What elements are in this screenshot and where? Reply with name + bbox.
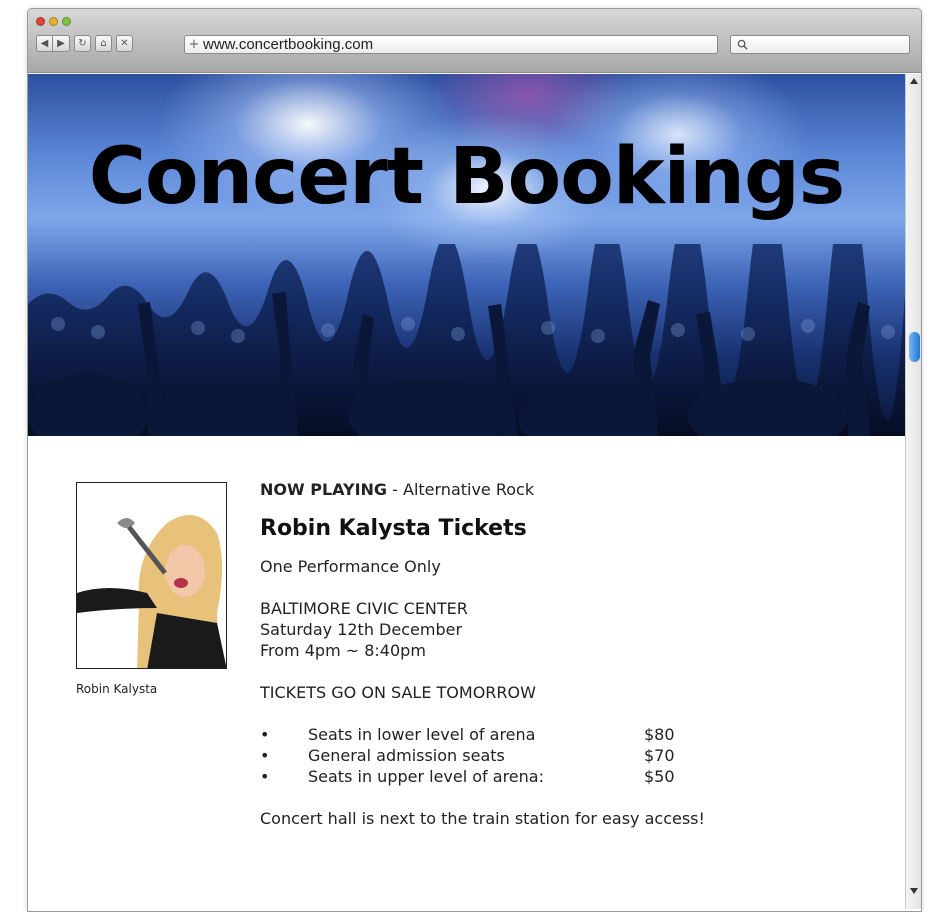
close-window-button[interactable] <box>36 17 45 26</box>
forward-arrow-icon[interactable]: ▶ <box>53 35 70 52</box>
hero-banner: Concert Bookings <box>28 74 905 436</box>
address-bar[interactable]: + www.concertbooking.com <box>184 35 718 54</box>
scrollbar[interactable] <box>905 74 921 909</box>
event-details: NOW PLAYING - Alternative Rock Robin Kal… <box>260 480 860 829</box>
home-icon[interactable]: ⌂ <box>95 35 112 52</box>
search-input[interactable] <box>730 35 910 54</box>
list-item: • Seats in lower level of arena $80 <box>260 725 675 744</box>
back-arrow-icon[interactable]: ◀ <box>36 35 53 52</box>
add-bookmark-icon[interactable]: + <box>185 37 203 52</box>
event-venue: BALTIMORE CIVIC CENTER <box>260 599 468 618</box>
price-value: $50 <box>644 767 675 786</box>
search-icon <box>737 39 748 50</box>
event-time: From 4pm ~ 8:40pm <box>260 641 426 660</box>
price-label: General admission seats <box>308 746 505 765</box>
hero-title: Concert Bookings <box>88 132 845 222</box>
scroll-down-arrow[interactable] <box>910 888 918 894</box>
list-item: • General admission seats $70 <box>260 746 675 765</box>
price-label: Seats in lower level of arena <box>308 725 536 744</box>
reload-icon[interactable]: ↻ <box>74 35 91 52</box>
price-label: Seats in upper level of arena: <box>308 767 544 786</box>
close-icon[interactable]: ✕ <box>116 35 133 52</box>
crowd-silhouette-image <box>28 244 905 436</box>
browser-toolbar: ◀ ▶ ↻ ⌂ ✕ + www.concertbooking.com <box>28 9 921 73</box>
footer-note: Concert hall is next to the train statio… <box>260 809 705 828</box>
window-controls <box>36 17 71 26</box>
scroll-up-arrow[interactable] <box>910 78 918 84</box>
scroll-thumb[interactable] <box>909 332 920 362</box>
event-date: Saturday 12th December <box>260 620 463 639</box>
minimize-window-button[interactable] <box>49 17 58 26</box>
price-value: $70 <box>644 746 675 765</box>
address-url[interactable]: www.concertbooking.com <box>203 36 373 53</box>
price-value: $80 <box>644 725 675 744</box>
now-playing-line: NOW PLAYING - Alternative Rock <box>260 480 860 502</box>
event-subtitle: One Performance Only <box>260 557 441 576</box>
navigation-buttons: ◀ ▶ ↻ ⌂ ✕ <box>36 35 133 52</box>
zoom-window-button[interactable] <box>62 17 71 26</box>
now-playing-label: NOW PLAYING <box>260 480 388 499</box>
artist-photo-caption: Robin Kalysta <box>76 682 158 696</box>
event-title: Robin Kalysta Tickets <box>260 516 527 541</box>
genre: - Alternative Rock <box>387 480 535 499</box>
list-item: • Seats in upper level of arena: $50 <box>260 767 675 786</box>
price-list: • Seats in lower level of arena $80 • Ge… <box>260 724 860 787</box>
sale-notice: TICKETS GO ON SALE TOMORROW <box>260 683 536 702</box>
page-content: Concert Bookings Robin Kalysta NOW PLAYI… <box>28 74 905 909</box>
artist-photo <box>76 482 227 669</box>
browser-window: ◀ ▶ ↻ ⌂ ✕ + www.concertbooking.com Conce… <box>27 8 922 912</box>
